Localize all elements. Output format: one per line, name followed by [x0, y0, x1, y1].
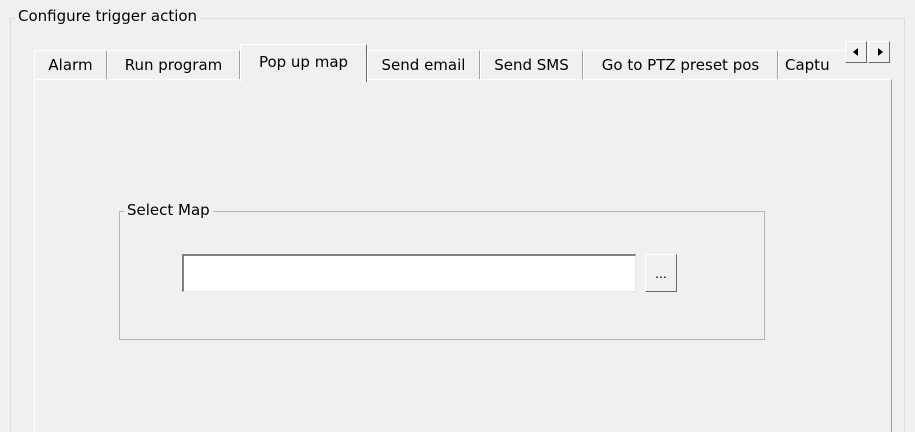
map-path-input[interactable]: [182, 254, 636, 292]
tab-pop-up-map[interactable]: Pop up map: [240, 44, 367, 82]
configure-trigger-action-title: Configure trigger action: [15, 5, 201, 27]
tab-scroll-left-button[interactable]: [845, 41, 867, 63]
tab-capture[interactable]: Captu: [778, 50, 846, 80]
select-map-title: Select Map: [124, 198, 213, 222]
tab-alarm[interactable]: Alarm: [34, 50, 107, 80]
tab-send-sms[interactable]: Send SMS: [480, 50, 583, 80]
tab-send-email[interactable]: Send email: [367, 50, 480, 80]
tab-scroll-buttons: [845, 41, 895, 65]
tab-go-to-ptz-preset-pos[interactable]: Go to PTZ preset pos: [583, 50, 778, 80]
arrow-right-icon: [878, 48, 883, 56]
arrow-left-icon: [853, 48, 858, 56]
browse-map-button[interactable]: ...: [645, 254, 677, 292]
tab-run-program[interactable]: Run program: [107, 50, 240, 80]
tab-scroll-right-button[interactable]: [868, 41, 890, 63]
